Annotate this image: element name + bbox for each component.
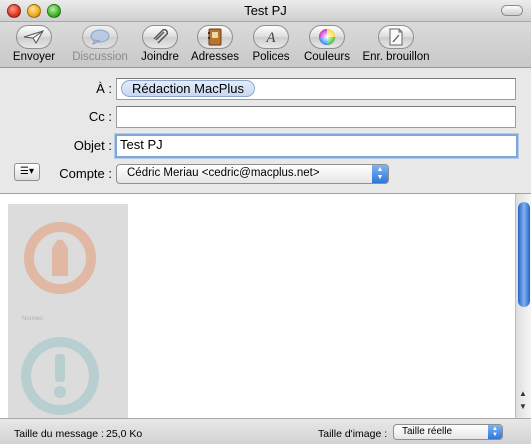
- image-size-select[interactable]: Taille réelle ▲ ▼: [393, 424, 503, 440]
- mail-compose-window: Test PJ Envoyer Discussion Joindre Adres…: [0, 0, 531, 444]
- status-bar: Taille du message : 25,0 Ko Taille d'ima…: [0, 418, 531, 444]
- attachment-caption: Normes: [22, 316, 43, 322]
- attachment-preview[interactable]: Normes: [8, 204, 128, 419]
- toolbar: Envoyer Discussion Joindre Adresses A Po…: [0, 22, 531, 68]
- paperclip-icon: [153, 29, 169, 44]
- discussion-button[interactable]: Discussion: [68, 22, 132, 68]
- account-select[interactable]: Cédric Meriau <cedric@macplus.net> ▲ ▼: [116, 164, 389, 184]
- image-size-label: Taille d'image :: [318, 428, 388, 440]
- subject-label: Objet :: [73, 138, 112, 153]
- address-book-icon: [208, 28, 222, 46]
- window-title: Test PJ: [244, 3, 287, 18]
- chevron-updown-icon: ▲ ▼: [488, 425, 502, 439]
- to-label: À :: [96, 81, 112, 96]
- recipient-token[interactable]: Rédaction MacPlus: [121, 80, 255, 97]
- send-icon: [23, 30, 45, 44]
- account-value: Cédric Meriau <cedric@macplus.net>: [127, 167, 320, 179]
- attachment-image: Normes: [21, 222, 99, 415]
- account-label: Compte :: [59, 166, 112, 181]
- svg-text:A: A: [265, 30, 276, 46]
- colors-button[interactable]: Couleurs: [300, 22, 354, 68]
- addresses-button[interactable]: Adresses: [188, 22, 242, 68]
- vertical-scrollbar[interactable]: ▲ ▼: [515, 194, 531, 419]
- color-wheel-icon: [319, 29, 335, 45]
- attach-button[interactable]: Joindre: [136, 22, 184, 68]
- scroll-down-arrow-icon[interactable]: ▼: [519, 402, 527, 411]
- message-header: À : Rédaction MacPlus Cc : Objet : Test …: [0, 69, 531, 193]
- message-body[interactable]: Normes ▲ ▼: [0, 193, 531, 419]
- chat-bubble-icon: [90, 29, 110, 45]
- message-size-value: 25,0 Ko: [106, 428, 143, 440]
- font-icon: A: [265, 30, 276, 46]
- subject-field[interactable]: Test PJ: [115, 134, 518, 158]
- message-size-label: Taille du message :: [14, 428, 104, 440]
- scroll-thumb[interactable]: [518, 202, 530, 307]
- title-bar[interactable]: Test PJ: [0, 0, 531, 22]
- draft-icon: [389, 28, 403, 46]
- to-field[interactable]: Rédaction MacPlus: [116, 78, 516, 100]
- image-size-value: Taille réelle: [402, 426, 453, 437]
- scroll-up-arrow-icon[interactable]: ▲: [519, 389, 527, 398]
- save-draft-button[interactable]: Enr. brouillon: [356, 22, 436, 68]
- cc-field[interactable]: [116, 106, 516, 128]
- cc-label: Cc :: [88, 109, 112, 124]
- fonts-button[interactable]: A Polices: [248, 22, 294, 68]
- header-options-menu[interactable]: ☰▾: [14, 163, 40, 181]
- chevron-updown-icon: ▲ ▼: [372, 165, 388, 183]
- toolbar-toggle-button[interactable]: [501, 5, 523, 16]
- send-button[interactable]: Envoyer: [4, 22, 64, 68]
